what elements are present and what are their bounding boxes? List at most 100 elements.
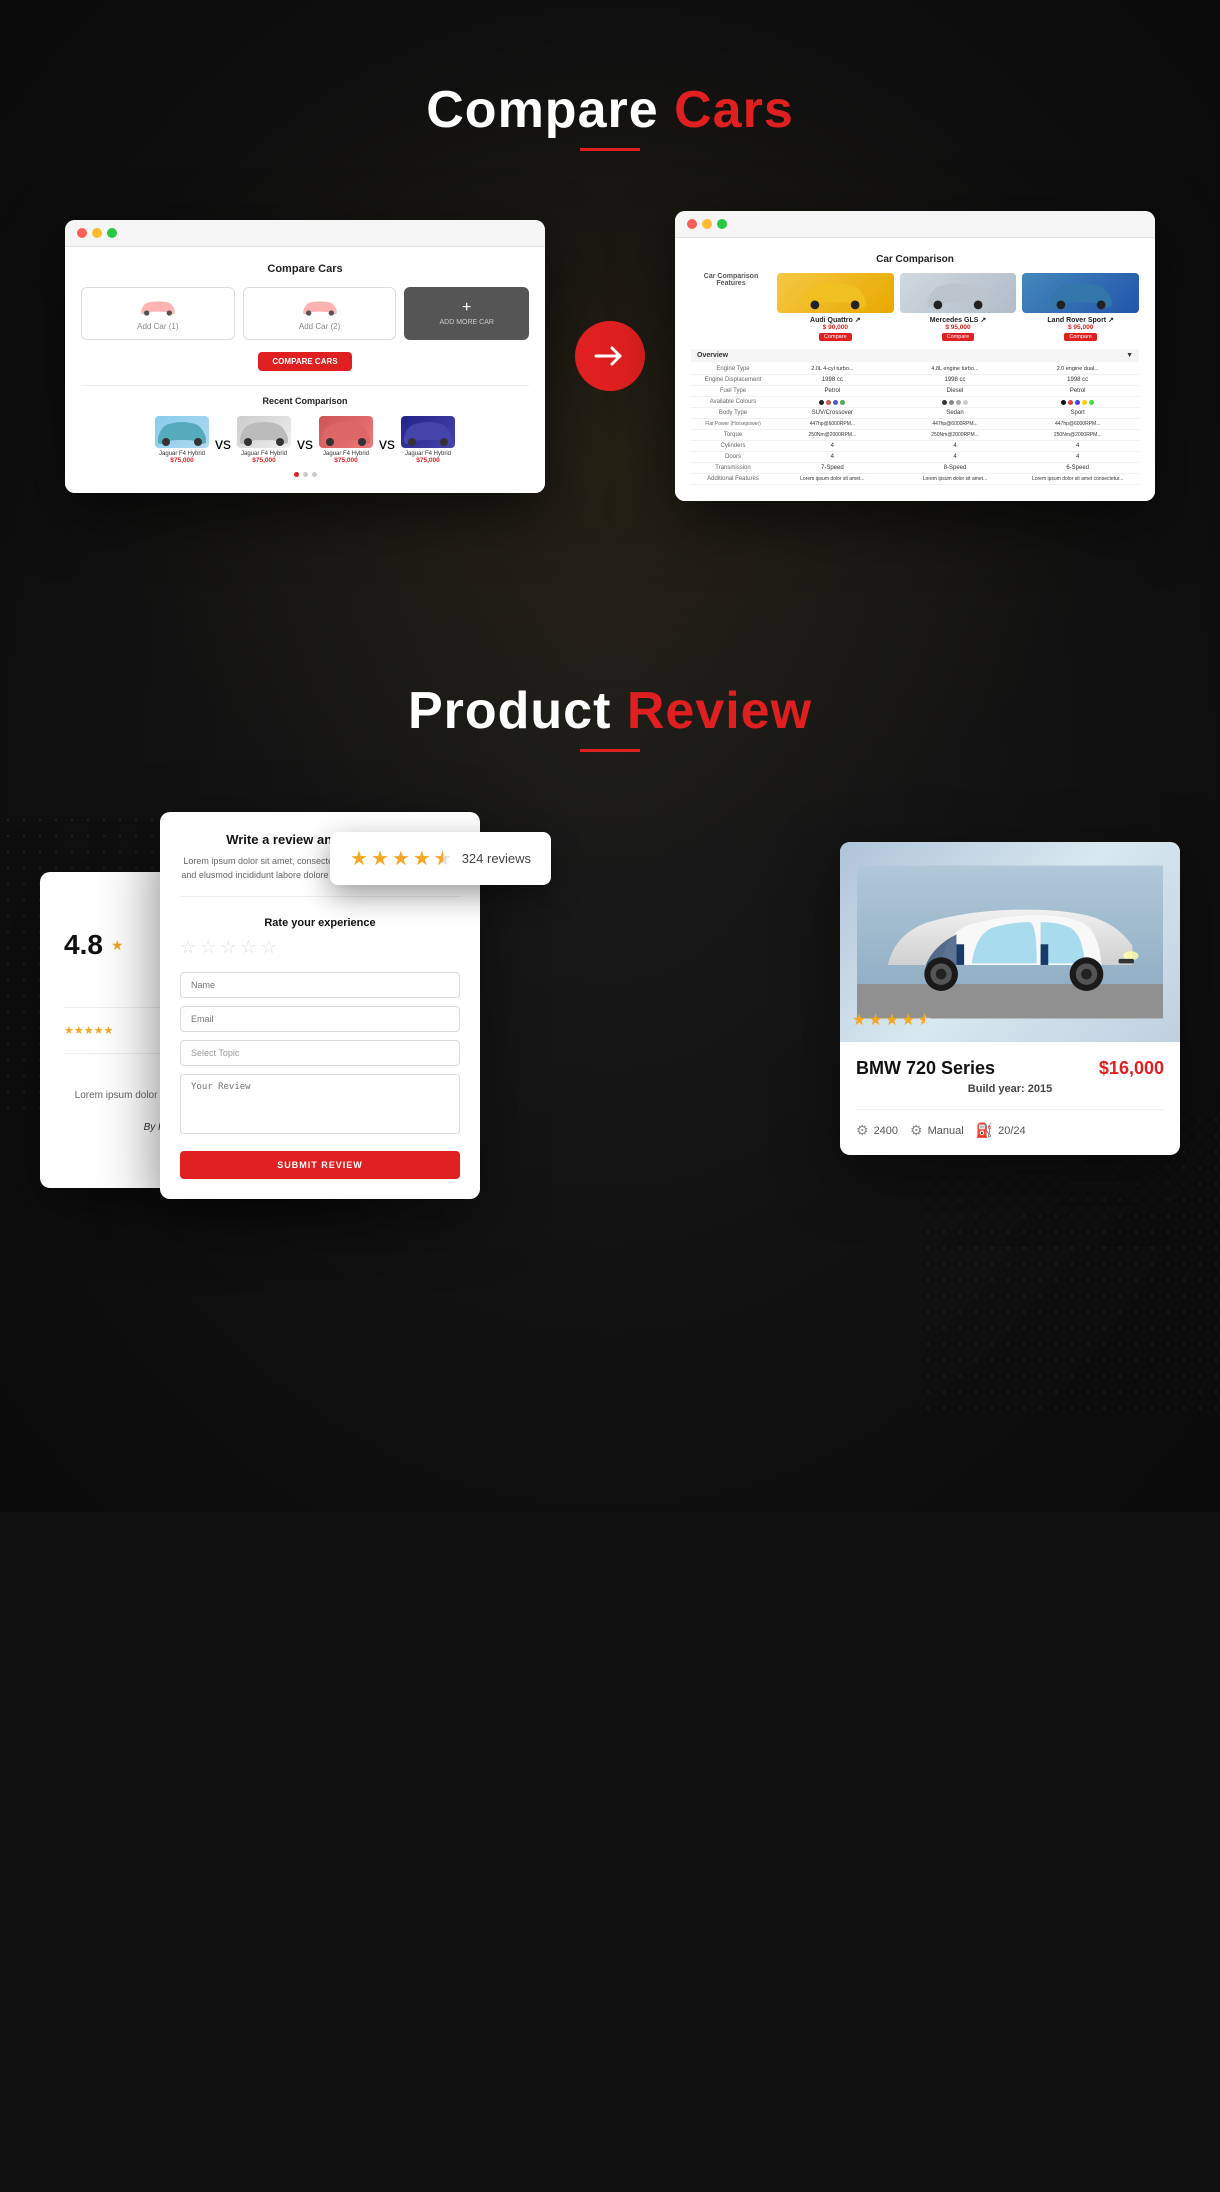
ct-row-trans: Transmission 7-Speed 8-Speed 6-Speed <box>691 463 1139 474</box>
cc-car-image: ★ ★ ★ ★ ★★ <box>840 842 1180 1042</box>
rfp-stars-row[interactable]: ☆ ☆ ☆ ☆ ☆ <box>180 937 460 958</box>
recent-price-3: $75,000 <box>319 457 373 464</box>
ct-val-cyl-2: 4 <box>894 443 1017 449</box>
rp-star-icon: ★★★★★ <box>64 1024 113 1037</box>
title-white-2: Product <box>408 682 611 740</box>
car-thumb-1 <box>155 416 209 448</box>
ct-val-c-1 <box>771 400 894 405</box>
ct-car-name-3: Land Rover Sport ↗ <box>1022 316 1139 324</box>
cc-car-name: BMW 720 Series <box>856 1058 995 1079</box>
ct-val-et-2: 4.8L engine turbo... <box>894 366 1017 372</box>
cc-fuel-val: 20/24 <box>998 1125 1026 1137</box>
ct-val-b-1: SUV/Crossover <box>771 410 894 416</box>
ct-car-img-2 <box>900 273 1017 313</box>
ct-label-features: Additional Features <box>691 476 771 482</box>
color-dot <box>826 400 831 405</box>
compare-cars-title: Compare Cars <box>0 80 1220 140</box>
car2-label: Add Car (2) <box>252 322 388 331</box>
ct-val-et-3: 2.0 engine dual... <box>1016 366 1139 372</box>
color-dot <box>1082 400 1087 405</box>
recent-price-1: $75,000 <box>155 457 209 464</box>
recent-price-4: $75,000 <box>401 457 455 464</box>
cc-spec-fuel: ⛽ 20/24 <box>976 1122 1026 1139</box>
dot-yellow <box>92 228 102 238</box>
car-illustration <box>857 852 1163 1032</box>
ct-car-name-2: Mercedes GLS ↗ <box>900 316 1017 324</box>
comparison-table: Car Comparison Car ComparisonFeatures Au… <box>691 254 1139 485</box>
ct-feature-col-header: Car ComparisonFeatures <box>691 273 771 341</box>
color-dot <box>963 400 968 405</box>
rfp-name-input[interactable] <box>180 972 460 998</box>
sfc-count: 324 reviews <box>462 851 531 866</box>
titlebar-right <box>675 211 1155 238</box>
ct-val-trans-2: 8-Speed <box>894 465 1017 471</box>
dot-green <box>107 228 117 238</box>
recent-price-2: $75,000 <box>237 457 291 464</box>
ct-car-1: Audi Quattro ↗ $ 90,000 Compare <box>777 273 894 341</box>
car-slot-2: Add Car (2) <box>243 287 397 340</box>
ct-label-power: Flat Power (Horsepower) <box>691 421 771 427</box>
ct-compare-btn-2[interactable]: Compare <box>942 333 975 341</box>
rfp-email-input[interactable] <box>180 1006 460 1032</box>
ct-label-torque: Torque <box>691 432 771 438</box>
ct-val-doors-2: 4 <box>894 454 1017 460</box>
star-4: ★ <box>413 846 431 871</box>
ct-val-p-2: 447hp@6000RPM... <box>894 421 1017 427</box>
title-red: Cars <box>674 81 794 139</box>
ct-overview-toggle[interactable]: ▼ <box>1126 352 1133 359</box>
left-sc-heading: Compare Cars <box>81 263 529 275</box>
dot-green-r <box>717 219 727 229</box>
rfp-star-1[interactable]: ☆ <box>180 937 196 958</box>
ct-row-engine-type: Engine Type 2.0L 4-cyl turbo... 4.8L eng… <box>691 364 1139 375</box>
cc-transmission-val: Manual <box>928 1125 964 1137</box>
sfc-stars: ★ ★ ★ ★ ★★ <box>350 846 452 871</box>
section-compare: Compare Cars Compare Cars <box>0 0 1220 601</box>
rfp-topic-select[interactable]: Select Topic <box>180 1040 460 1066</box>
vs-1: vs <box>215 416 231 464</box>
ct-compare-btn-3[interactable]: Compare <box>1064 333 1097 341</box>
ct-row-power: Flat Power (Horsepower) 447hp@6000RPM...… <box>691 419 1139 430</box>
ct-val-trans-3: 6-Speed <box>1016 465 1139 471</box>
carousel-dots <box>81 472 529 477</box>
cc-spec-engine: ⚙ 2400 <box>856 1122 898 1139</box>
ct-car-price-3: $ 95,000 <box>1022 324 1139 331</box>
car1-label: Add Car (1) <box>90 322 226 331</box>
color-dot <box>819 400 824 405</box>
compare-btn[interactable]: COMPARE CARS <box>258 352 351 371</box>
ct-val-cyl-3: 4 <box>1016 443 1139 449</box>
rp-score: 4.8 <box>64 929 103 961</box>
dot-red-r <box>687 219 697 229</box>
rp-star-1: ★ <box>111 937 124 954</box>
product-review-title: Product Review <box>0 681 1220 741</box>
ct-val-doors-1: 4 <box>771 454 894 460</box>
ct-row-features: Additional Features Lorem ipsum dolor si… <box>691 474 1139 485</box>
car-icon-2 <box>300 296 340 318</box>
cc-star-1: ★ <box>852 1010 866 1030</box>
rfp-submit-btn[interactable]: SUBMIT REVIEW <box>180 1151 460 1179</box>
ct-compare-btn-1[interactable]: Compare <box>819 333 852 341</box>
ct-label-engine-type: Engine Type <box>691 366 771 372</box>
add-more-slot[interactable]: + ADD MORE CAR <box>404 287 529 340</box>
cc-build-label: Build year: <box>968 1083 1025 1095</box>
car-thumb-3 <box>319 416 373 448</box>
cc-spec-transmission: ⚙ Manual <box>910 1122 964 1139</box>
cc-star-3: ★ <box>885 1010 899 1030</box>
cc-build-year: Build year: 2015 <box>856 1083 1164 1095</box>
rfp-review-textarea[interactable] <box>180 1074 460 1134</box>
ct-val-doors-3: 4 <box>1016 454 1139 460</box>
recent-car-name-3: Jaguar F4 Hybrid <box>319 451 373 457</box>
rfp-star-5[interactable]: ☆ <box>261 937 277 958</box>
left-screenshot: Compare Cars Add Car (1) <box>65 220 545 493</box>
vs-badge-2: vs <box>297 436 313 454</box>
ct-val-c-3 <box>1016 400 1139 405</box>
left-sc-body: Compare Cars Add Car (1) <box>65 247 545 493</box>
ct-val-c-2 <box>894 400 1017 405</box>
rfp-star-4[interactable]: ☆ <box>240 937 256 958</box>
compare-form-row: Add Car (1) Add Car (2) <box>81 287 529 340</box>
rp-stars: ★ <box>111 937 124 954</box>
dot-yellow-r <box>702 219 712 229</box>
transmission-icon: ⚙ <box>910 1122 923 1139</box>
rfp-star-3[interactable]: ☆ <box>220 937 236 958</box>
rfp-star-2[interactable]: ☆ <box>200 937 216 958</box>
recent-car-name-4: Jaguar F4 Hybrid <box>401 451 455 457</box>
